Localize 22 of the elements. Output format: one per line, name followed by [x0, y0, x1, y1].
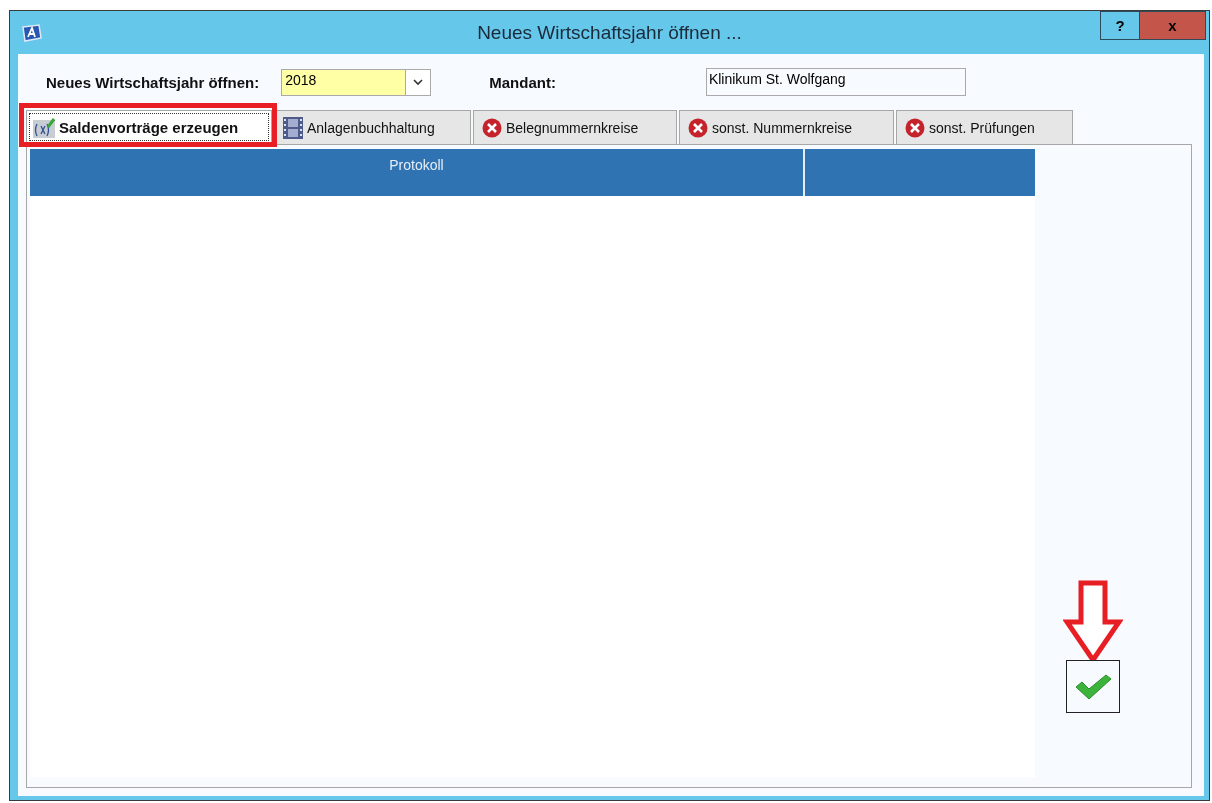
tab[interactable]: Saldenvorträge erzeugen	[26, 110, 272, 144]
app-logo-icon	[20, 23, 42, 42]
formula-icon	[33, 117, 55, 138]
close-button[interactable]: x	[1140, 11, 1206, 40]
checkmark-icon	[1074, 672, 1112, 701]
error-icon	[905, 117, 925, 138]
tab[interactable]: Anlagenbuchhaltung	[274, 110, 471, 144]
help-button[interactable]: ?	[1100, 11, 1140, 40]
column-header: Protokoll	[30, 149, 805, 196]
year-dropdown[interactable]: 2018	[281, 68, 432, 96]
tab[interactable]: sonst. Nummernkreise	[679, 110, 894, 144]
confirm-button[interactable]	[1066, 660, 1120, 713]
window-title: Neues Wirtschaftsjahr öffnen ...	[477, 21, 742, 44]
error-icon	[482, 117, 502, 138]
client-field[interactable]: Klinikum St. Wolfgang	[705, 68, 966, 96]
film-icon	[283, 116, 303, 139]
error-icon	[688, 117, 708, 138]
tab[interactable]: sonst. Prüfungen	[896, 110, 1073, 144]
year-label: Neues Wirtschaftsjahr öffnen:	[46, 73, 260, 91]
chevron-down-icon	[413, 78, 424, 86]
client-label: Mandant:	[489, 73, 556, 91]
tab[interactable]: Belegnummernkreise	[473, 110, 677, 144]
